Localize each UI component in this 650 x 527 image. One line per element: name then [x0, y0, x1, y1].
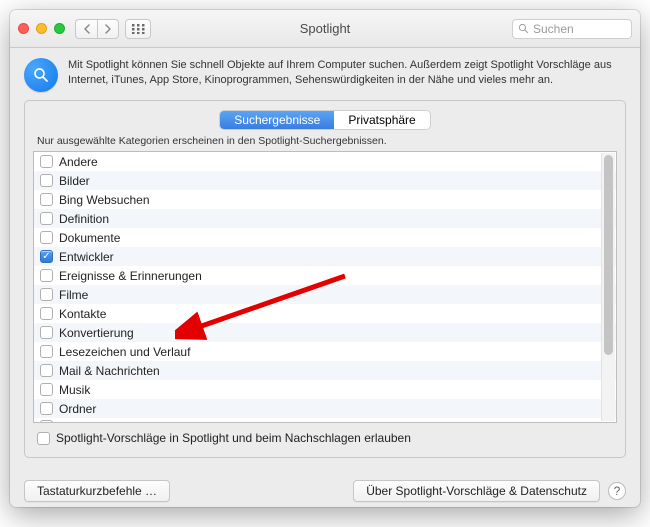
footer: Tastaturkurzbefehle … Über Spotlight-Vor… — [10, 470, 640, 502]
list-item[interactable]: Bilder — [34, 171, 616, 190]
list-item[interactable]: Konvertierung — [34, 323, 616, 342]
hint-text: Nur ausgewählte Kategorien erscheinen in… — [37, 135, 617, 147]
category-label: Definition — [59, 212, 109, 226]
category-label: Bilder — [59, 174, 90, 188]
allow-suggestions-checkbox[interactable] — [37, 432, 50, 445]
category-checkbox[interactable] — [40, 155, 53, 168]
allow-suggestions-row: Spotlight-Vorschläge in Spotlight und be… — [33, 423, 617, 445]
list-item[interactable]: Bing Websuchen — [34, 190, 616, 209]
category-checkbox[interactable] — [40, 174, 53, 187]
description-text: Mit Spotlight können Sie schnell Objekte… — [68, 58, 626, 88]
category-label: Mail & Nachrichten — [59, 364, 160, 378]
window-controls — [18, 23, 65, 34]
category-checkbox[interactable] — [40, 231, 53, 244]
tabs: Suchergebnisse Privatsphäre — [33, 111, 617, 129]
forward-button[interactable] — [97, 19, 119, 39]
list-item[interactable]: Filme — [34, 285, 616, 304]
category-label: Kontakte — [59, 307, 106, 321]
category-label: Dokumente — [59, 231, 120, 245]
tab-search-results[interactable]: Suchergebnisse — [220, 111, 334, 129]
category-checkbox[interactable] — [40, 269, 53, 282]
category-checkbox[interactable] — [40, 288, 53, 301]
category-checkbox[interactable] — [40, 402, 53, 415]
search-placeholder: Suchen — [533, 22, 574, 36]
category-label: Bing Websuchen — [59, 193, 150, 207]
category-label: Ordner — [59, 402, 96, 416]
minimize-icon[interactable] — [36, 23, 47, 34]
help-button[interactable]: ? — [608, 482, 626, 500]
scrollbar-thumb[interactable] — [604, 155, 613, 355]
nav-buttons — [75, 19, 119, 39]
header-row: Mit Spotlight können Sie schnell Objekte… — [24, 58, 626, 92]
category-checkbox[interactable] — [40, 345, 53, 358]
spotlight-icon — [24, 58, 58, 92]
category-label: Lesezeichen und Verlauf — [59, 345, 190, 359]
category-checkbox[interactable] — [40, 212, 53, 225]
category-checkbox[interactable] — [40, 193, 53, 206]
show-all-button[interactable] — [125, 19, 151, 39]
category-list[interactable]: Andere Bilder Bing Websuchen Definition Doku… — [33, 151, 617, 423]
category-checkbox[interactable] — [40, 420, 53, 423]
category-label: Ereignisse & Erinnerungen — [59, 269, 202, 283]
list-item[interactable]: Musik — [34, 380, 616, 399]
titlebar: Spotlight Suchen — [10, 10, 640, 48]
category-label: Musik — [59, 383, 90, 397]
list-item[interactable]: Mail & Nachrichten — [34, 361, 616, 380]
list-item[interactable] — [34, 418, 616, 423]
category-label: Filme — [59, 288, 88, 302]
search-input[interactable]: Suchen — [512, 19, 632, 39]
category-checkbox[interactable] — [40, 250, 53, 263]
list-item[interactable]: Dokumente — [34, 228, 616, 247]
list-item[interactable]: Lesezeichen und Verlauf — [34, 342, 616, 361]
preferences-window: Spotlight Suchen Mit Spotlight können Si… — [10, 10, 640, 507]
list-item[interactable]: Ereignisse & Erinnerungen — [34, 266, 616, 285]
list-item[interactable]: Entwickler — [34, 247, 616, 266]
search-icon — [518, 23, 529, 34]
category-checkbox[interactable] — [40, 383, 53, 396]
settings-panel: Suchergebnisse Privatsphäre Nur ausgewäh… — [24, 100, 626, 458]
category-label: Andere — [59, 155, 98, 169]
allow-suggestions-label: Spotlight-Vorschläge in Spotlight und be… — [56, 431, 411, 445]
keyboard-shortcuts-button[interactable]: Tastaturkurzbefehle … — [24, 480, 170, 502]
scrollbar[interactable] — [601, 153, 615, 421]
list-item[interactable]: Definition — [34, 209, 616, 228]
category-label: Entwickler — [59, 250, 114, 264]
category-checkbox[interactable] — [40, 326, 53, 339]
category-checkbox[interactable] — [40, 307, 53, 320]
category-label: Konvertierung — [59, 326, 134, 340]
list-item[interactable]: Andere — [34, 152, 616, 171]
tab-privacy[interactable]: Privatsphäre — [334, 111, 429, 129]
close-icon[interactable] — [18, 23, 29, 34]
list-item[interactable]: Ordner — [34, 399, 616, 418]
about-privacy-button[interactable]: Über Spotlight-Vorschläge & Datenschutz — [353, 480, 600, 502]
list-item[interactable]: Kontakte — [34, 304, 616, 323]
category-checkbox[interactable] — [40, 364, 53, 377]
zoom-icon[interactable] — [54, 23, 65, 34]
back-button[interactable] — [75, 19, 97, 39]
content: Mit Spotlight können Sie schnell Objekte… — [10, 48, 640, 470]
